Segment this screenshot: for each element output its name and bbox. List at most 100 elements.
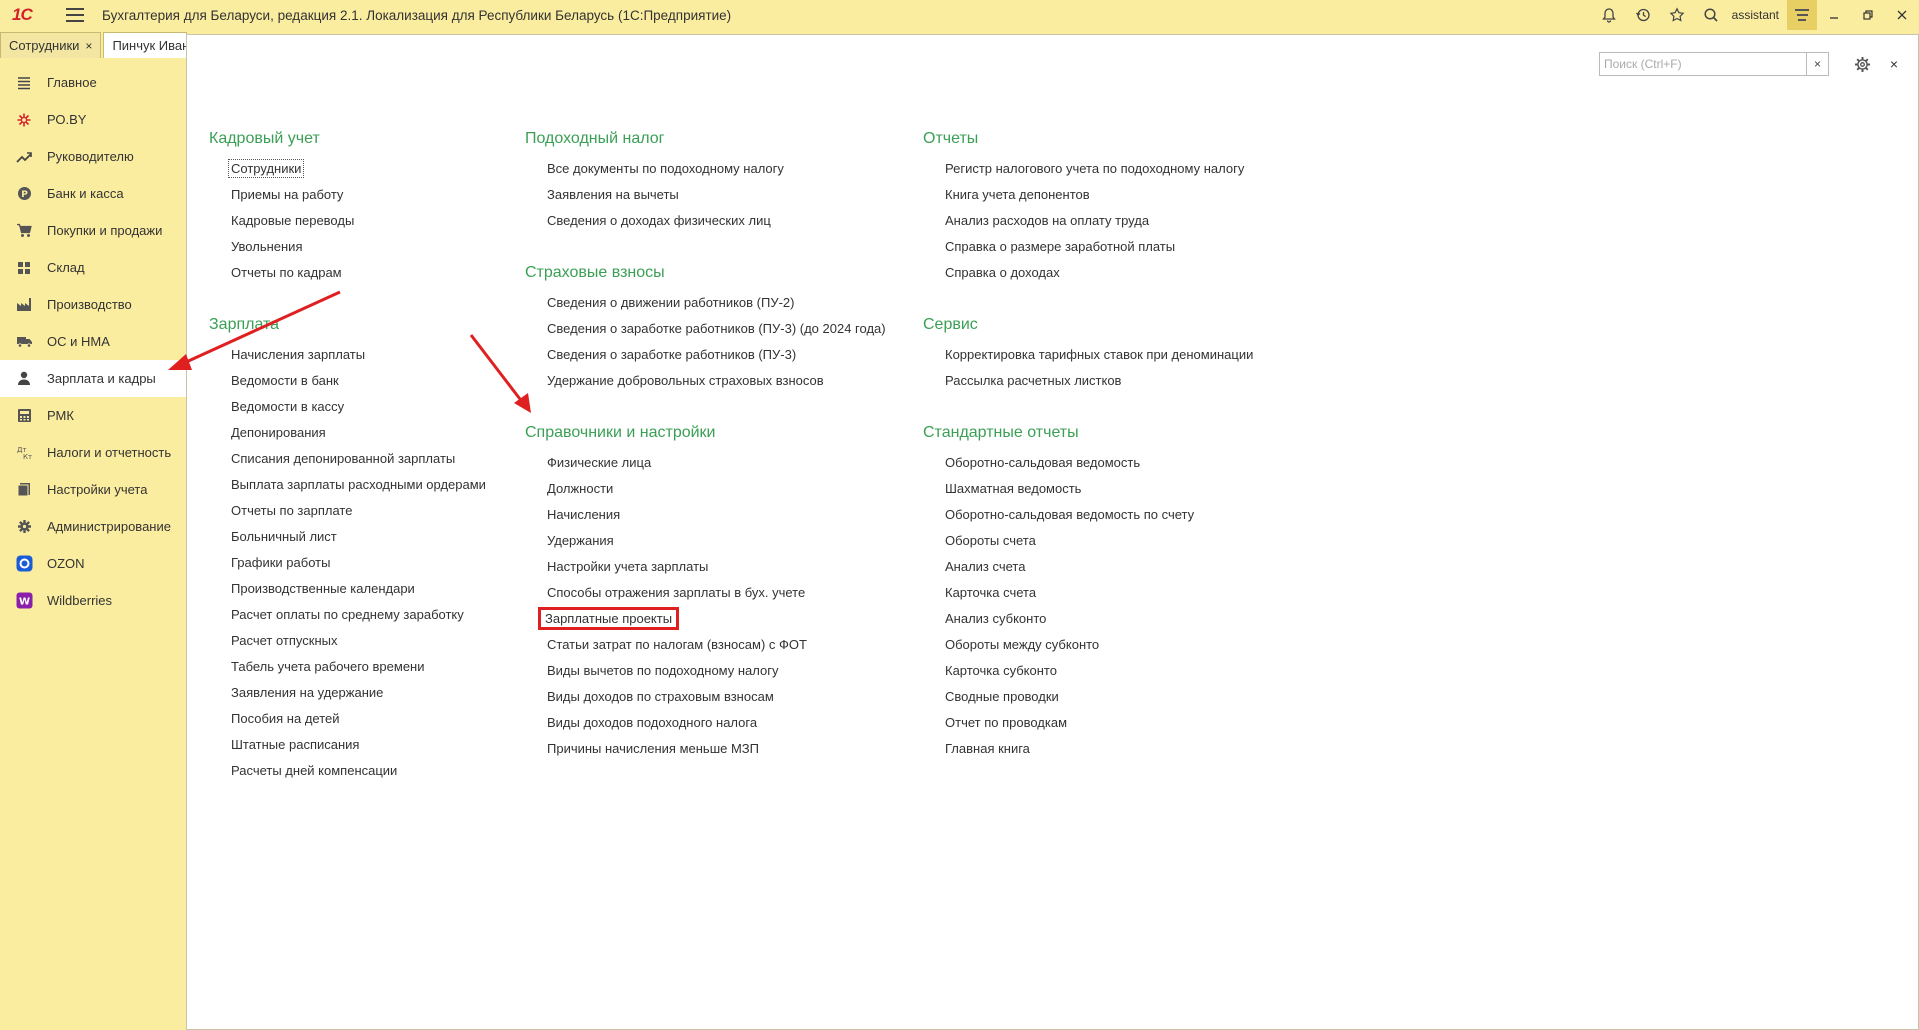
link-account-turnover[interactable]: Обороты счета — [943, 528, 1255, 554]
link-account-analysis[interactable]: Анализ счета — [943, 554, 1255, 580]
link-deduction-applications[interactable]: Заявления на вычеты — [545, 182, 888, 208]
link-subconto-turnover[interactable]: Обороты между субконто — [943, 632, 1255, 658]
history-icon[interactable] — [1626, 0, 1660, 30]
link-deduction-types[interactable]: Виды вычетов по подоходному налогу — [545, 658, 888, 684]
sidebar-item-taxes[interactable]: Дт Кт Налоги и отчетность — [0, 434, 186, 471]
link-cash-order-payments[interactable]: Выплата зарплаты расходными ордерами — [229, 472, 488, 498]
link-salary-reflection[interactable]: Способы отражения зарплаты в бух. учете — [545, 580, 888, 606]
link-pu3-before-2024[interactable]: Сведения о заработке работников (ПУ-3) (… — [545, 316, 888, 342]
link-pu3[interactable]: Сведения о заработке работников (ПУ-3) — [545, 342, 888, 368]
link-account-card[interactable]: Карточка счета — [943, 580, 1255, 606]
sidebar-item-ro-by[interactable]: РО.BY — [0, 101, 186, 138]
link-income-tax-docs[interactable]: Все документы по подоходному налогу — [545, 156, 888, 182]
link-hr-reports[interactable]: Отчеты по кадрам — [229, 260, 488, 286]
link-labor-cost-analysis[interactable]: Анализ расходов на оплату труда — [943, 208, 1255, 234]
search-input[interactable] — [1600, 53, 1806, 75]
link-staffing-tables[interactable]: Штатные расписания — [229, 732, 488, 758]
link-sick-leave[interactable]: Больничный лист — [229, 524, 488, 550]
link-salary-projects[interactable]: Зарплатные проекты — [538, 606, 888, 632]
link-income-tax-types[interactable]: Виды доходов подоходного налога — [545, 710, 888, 736]
sidebar-item-accounting-settings[interactable]: Настройки учета — [0, 471, 186, 508]
sidebar-item-bank[interactable]: P Банк и касса — [0, 175, 186, 212]
link-general-ledger[interactable]: Главная книга — [943, 736, 1255, 762]
link-summary-entries[interactable]: Сводные проводки — [943, 684, 1255, 710]
link-payslip-mailing[interactable]: Рассылка расчетных листков — [943, 368, 1255, 394]
link-individuals[interactable]: Физические лица — [545, 450, 888, 476]
link-account-trial-balance[interactable]: Оборотно-сальдовая ведомость по счету — [943, 502, 1255, 528]
link-tax-register[interactable]: Регистр налогового учета по подоходному … — [943, 156, 1255, 182]
sidebar-item-salary-hr[interactable]: Зарплата и кадры — [0, 360, 186, 397]
restore-icon[interactable] — [1851, 0, 1885, 30]
sidebar-item-label: ОС и НМА — [47, 334, 110, 349]
link-text: Производственные календари — [231, 581, 415, 596]
link-employees[interactable]: Сотрудники — [227, 156, 488, 182]
link-subconto-analysis[interactable]: Анализ субконто — [943, 606, 1255, 632]
user-name[interactable]: assistant — [1732, 8, 1779, 22]
link-deductions[interactable]: Удержания — [545, 528, 888, 554]
link-deposit-writeoffs[interactable]: Списания депонированной зарплаты — [229, 446, 488, 472]
sidebar-item-administration[interactable]: Администрирование — [0, 508, 186, 545]
link-cost-items[interactable]: Статьи затрат по налогам (взносам) с ФОТ — [545, 632, 888, 658]
link-income-info[interactable]: Сведения о доходах физических лиц — [545, 208, 888, 234]
bell-icon[interactable] — [1592, 0, 1626, 30]
link-text: Табель учета рабочего времени — [231, 659, 425, 674]
link-subconto-card[interactable]: Карточка субконто — [943, 658, 1255, 684]
link-work-schedules[interactable]: Графики работы — [229, 550, 488, 576]
link-child-benefits[interactable]: Пособия на детей — [229, 706, 488, 732]
section-title: Отчеты — [923, 130, 979, 147]
link-dismissals[interactable]: Увольнения — [229, 234, 488, 260]
main-menu-icon[interactable] — [66, 8, 84, 22]
star-icon[interactable] — [1660, 0, 1694, 30]
sidebar-item-manager[interactable]: Руководителю — [0, 138, 186, 175]
sidebar-item-rmk[interactable]: РМК — [0, 397, 186, 434]
minimize-icon[interactable] — [1817, 0, 1851, 30]
functions-menu-icon[interactable] — [1787, 0, 1817, 30]
link-entries-report[interactable]: Отчет по проводкам — [943, 710, 1255, 736]
link-pu2[interactable]: Сведения о движении работников (ПУ-2) — [545, 290, 888, 316]
link-bank-statements[interactable]: Ведомости в банк — [229, 368, 488, 394]
sidebar-item-production[interactable]: Производство — [0, 286, 186, 323]
close-window-icon[interactable] — [1885, 0, 1919, 30]
link-hiring[interactable]: Приемы на работу — [229, 182, 488, 208]
link-depositors-book[interactable]: Книга учета депонентов — [943, 182, 1255, 208]
link-production-calendars[interactable]: Производственные календари — [229, 576, 488, 602]
link-text: Заявления на вычеты — [547, 187, 679, 202]
link-average-earnings[interactable]: Расчет оплаты по среднему заработку — [229, 602, 488, 628]
sidebar-item-warehouse[interactable]: Склад — [0, 249, 186, 286]
link-compensation-days[interactable]: Расчеты дней компенсации — [229, 758, 488, 784]
link-accruals[interactable]: Начисления — [545, 502, 888, 528]
link-text: Сотрудники — [227, 159, 305, 178]
link-cash-statements[interactable]: Ведомости в кассу — [229, 394, 488, 420]
link-salary-settings[interactable]: Настройки учета зарплаты — [545, 554, 888, 580]
tab-employee-card[interactable]: Пинчук Иван — [103, 32, 188, 58]
link-trial-balance[interactable]: Оборотно-сальдовая ведомость — [943, 450, 1255, 476]
link-deduction-requests[interactable]: Заявления на удержание — [229, 680, 488, 706]
link-salary-accruals[interactable]: Начисления зарплаты — [229, 342, 488, 368]
link-text: Штатные расписания — [231, 737, 360, 752]
sidebar-item-assets[interactable]: ОС и НМА — [0, 323, 186, 360]
link-list: Физические лица Должности Начисления Уде… — [525, 450, 888, 762]
clear-search-icon[interactable]: × — [1806, 53, 1828, 75]
close-icon[interactable]: × — [85, 39, 92, 53]
link-min-wage-reasons[interactable]: Причины начисления меньше МЗП — [545, 736, 888, 762]
link-deposits[interactable]: Депонирования — [229, 420, 488, 446]
link-positions[interactable]: Должности — [545, 476, 888, 502]
link-chess-sheet[interactable]: Шахматная ведомость — [943, 476, 1255, 502]
sidebar-item-sales[interactable]: Покупки и продажи — [0, 212, 186, 249]
gear-icon[interactable] — [1851, 53, 1873, 75]
link-timesheet[interactable]: Табель учета рабочего времени — [229, 654, 488, 680]
link-tariff-adjustment[interactable]: Корректировка тарифных ставок при деноми… — [943, 342, 1255, 368]
link-transfers[interactable]: Кадровые переводы — [229, 208, 488, 234]
sidebar-item-wildberries[interactable]: W Wildberries — [0, 582, 186, 619]
tab-employees[interactable]: Сотрудники × — [0, 32, 102, 58]
link-salary-reports[interactable]: Отчеты по зарплате — [229, 498, 488, 524]
link-voluntary-insurance[interactable]: Удержание добровольных страховых взносов — [545, 368, 888, 394]
link-income-certificate[interactable]: Справка о доходах — [943, 260, 1255, 286]
link-insurance-income-types[interactable]: Виды доходов по страховым взносам — [545, 684, 888, 710]
search-icon[interactable] — [1694, 0, 1728, 30]
sidebar-item-ozon[interactable]: OZON — [0, 545, 186, 582]
close-icon[interactable]: × — [1883, 53, 1905, 75]
sidebar-item-main[interactable]: Главное — [0, 64, 186, 101]
link-salary-certificate[interactable]: Справка о размере заработной платы — [943, 234, 1255, 260]
link-vacation-calc[interactable]: Расчет отпускных — [229, 628, 488, 654]
